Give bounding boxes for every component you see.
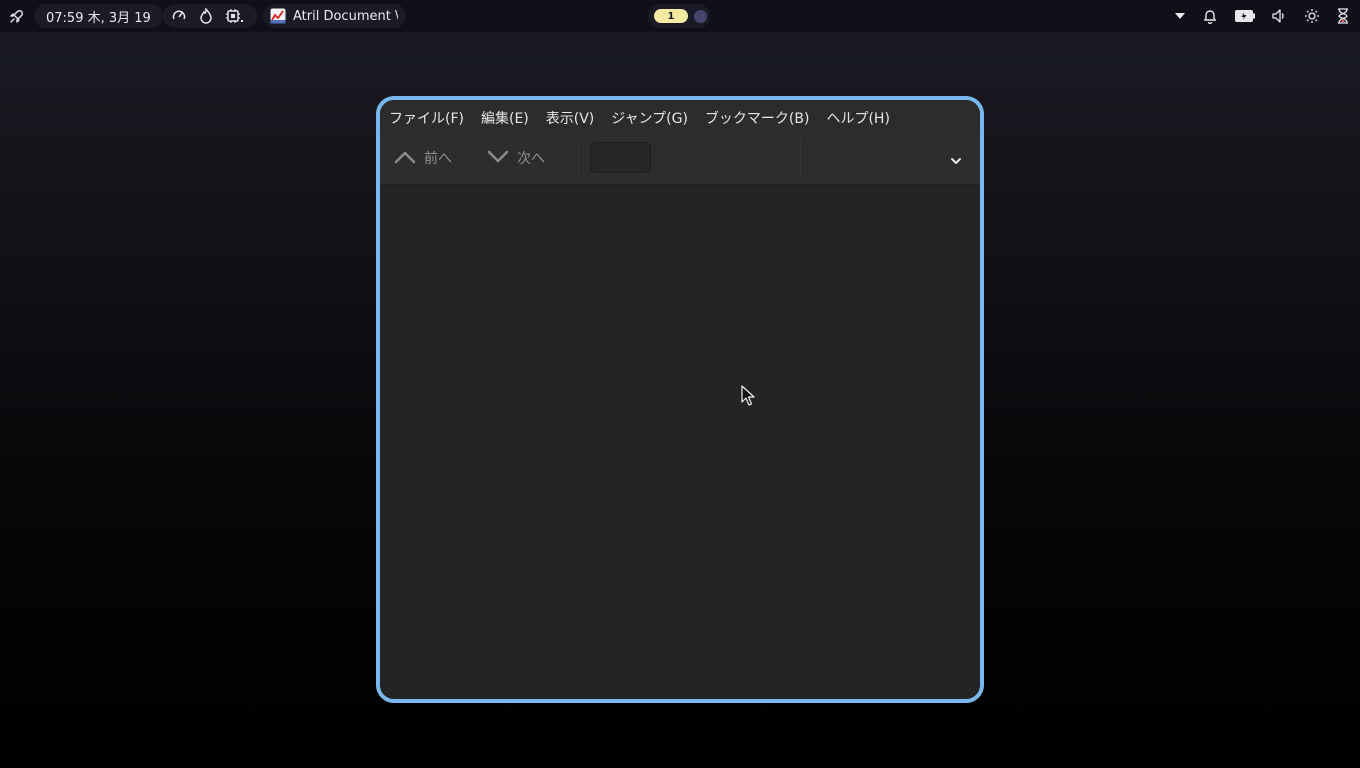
- chevron-up-icon: [394, 149, 416, 168]
- previous-page-button[interactable]: 前へ: [394, 132, 452, 184]
- hourglass-icon[interactable]: [1331, 4, 1355, 28]
- top-panel: 07:59 木, 3月 19 Atril Document \ 1: [0, 0, 1360, 32]
- dropdown-arrow-icon[interactable]: [1168, 4, 1192, 28]
- system-monitor-pill[interactable]: [163, 4, 257, 28]
- mouse-pointer-icon: [741, 385, 755, 411]
- flame-icon: [199, 8, 213, 24]
- workspace-switcher[interactable]: 1: [648, 4, 710, 28]
- brightness-icon[interactable]: [1300, 4, 1324, 28]
- document-view[interactable]: [380, 185, 980, 699]
- atril-window: ファイル(F) 編集(E) 表示(V) ジャンプ(G) ブックマーク(B) ヘル…: [376, 96, 984, 703]
- clock-pill[interactable]: 07:59 木, 3月 19: [34, 4, 163, 28]
- clock-text: 07:59 木, 3月 19: [46, 10, 151, 26]
- menu-bookmarks[interactable]: ブックマーク(B): [705, 108, 810, 128]
- toolbar: 前へ 次へ: [380, 132, 980, 185]
- zoom-dropdown[interactable]: [950, 150, 962, 169]
- next-page-button[interactable]: 次へ: [487, 132, 545, 184]
- page-number-input[interactable]: [590, 142, 651, 173]
- next-page-label: 次へ: [517, 151, 545, 167]
- volume-icon[interactable]: [1267, 4, 1291, 28]
- menu-edit[interactable]: 編集(E): [481, 108, 529, 128]
- previous-page-label: 前へ: [424, 151, 452, 167]
- taskbar-item-atril[interactable]: Atril Document \: [263, 4, 406, 28]
- task-title: Atril Document \: [293, 8, 398, 24]
- toolbar-separator: [800, 138, 801, 178]
- menu-help[interactable]: ヘルプ(H): [826, 108, 889, 128]
- menubar: ファイル(F) 編集(E) 表示(V) ジャンプ(G) ブックマーク(B) ヘル…: [380, 100, 980, 136]
- bell-icon[interactable]: [1198, 4, 1222, 28]
- menu-go[interactable]: ジャンプ(G): [611, 108, 688, 128]
- menu-view[interactable]: 表示(V): [546, 108, 595, 128]
- launcher-icon[interactable]: [5, 4, 29, 28]
- cpu-icon: [225, 8, 245, 24]
- chevron-down-icon: [487, 149, 509, 168]
- toolbar-separator: [578, 138, 579, 178]
- menu-file[interactable]: ファイル(F): [389, 108, 464, 128]
- battery-icon[interactable]: [1233, 4, 1257, 28]
- atril-app-icon: [270, 8, 286, 24]
- gauge-icon: [171, 8, 187, 24]
- chevron-down-small-icon: [950, 150, 962, 169]
- workspace-active[interactable]: 1: [654, 9, 688, 23]
- workspace-dot[interactable]: [694, 9, 707, 23]
